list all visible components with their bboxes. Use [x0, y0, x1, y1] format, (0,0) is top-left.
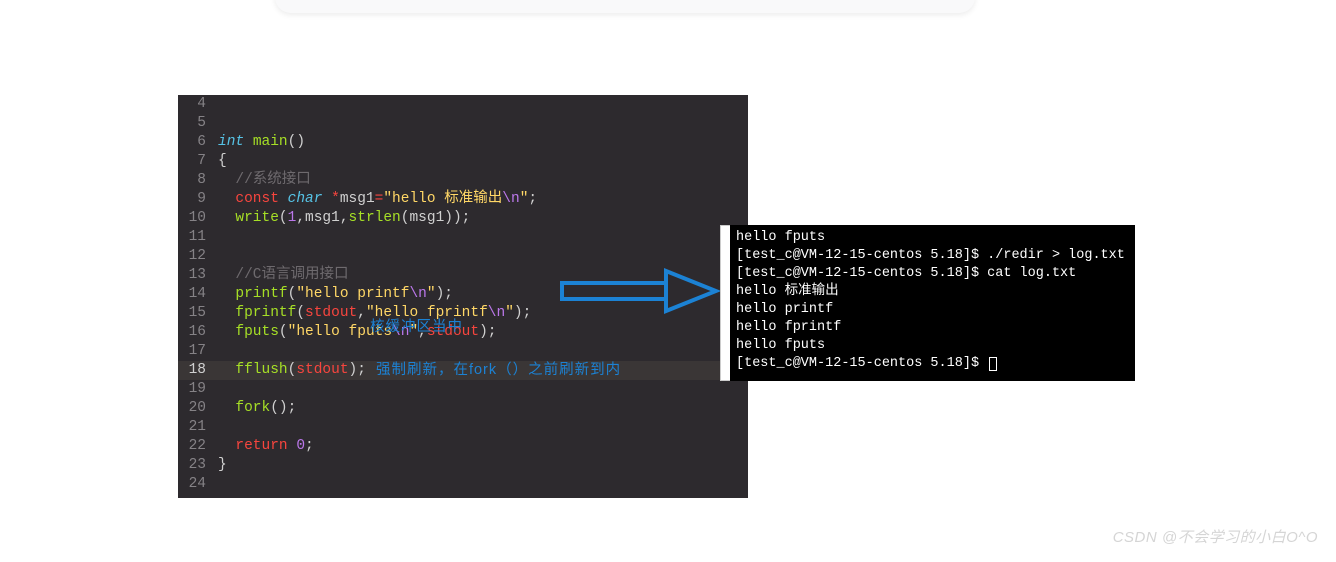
code-line: 5: [178, 114, 748, 133]
code-content: write(1,msg1,strlen(msg1));: [218, 209, 470, 228]
code-content: fflush(stdout);: [218, 361, 366, 380]
annotation-line2: 核缓冲区当中: [370, 315, 463, 336]
line-number: 11: [178, 228, 218, 247]
code-line: 4: [178, 95, 748, 114]
code-content: }: [218, 456, 227, 475]
arrow-icon: [560, 265, 720, 315]
line-number: 15: [178, 304, 218, 323]
line-number: 4: [178, 95, 218, 114]
code-line: 23}: [178, 456, 748, 475]
code-content: fork();: [218, 399, 296, 418]
line-number: 24: [178, 475, 218, 494]
code-line: 12: [178, 247, 748, 266]
code-content: const char *msg1="hello 标准输出\n";: [218, 190, 537, 209]
line-number: 19: [178, 380, 218, 399]
terminal-window: hello fputs[test_c@VM-12-15-centos 5.18]…: [720, 225, 1135, 381]
code-line: 8 //系统接口: [178, 171, 748, 190]
line-number: 21: [178, 418, 218, 437]
code-line: 24: [178, 475, 748, 494]
terminal-output: hello fputs[test_c@VM-12-15-centos 5.18]…: [730, 225, 1135, 381]
terminal-line: hello 标准输出: [736, 283, 1129, 301]
code-line: 16 fputs("hello fputs\n",stdout);: [178, 323, 748, 342]
code-line: 9 const char *msg1="hello 标准输出\n";: [178, 190, 748, 209]
code-line: 20 fork();: [178, 399, 748, 418]
code-line: 19: [178, 380, 748, 399]
code-content: printf("hello printf\n");: [218, 285, 453, 304]
line-number: 8: [178, 171, 218, 190]
code-line: 22 return 0;: [178, 437, 748, 456]
line-number: 6: [178, 133, 218, 152]
line-number: 14: [178, 285, 218, 304]
line-number: 9: [178, 190, 218, 209]
line-number: 22: [178, 437, 218, 456]
line-number: 20: [178, 399, 218, 418]
code-content: {: [218, 152, 227, 171]
code-line: 10 write(1,msg1,strlen(msg1));: [178, 209, 748, 228]
code-content: //C语言调用接口: [218, 266, 349, 285]
code-content: return 0;: [218, 437, 314, 456]
annotation: 强制刷新，在fork（）之前刷新到内: [376, 361, 621, 380]
cursor-icon: [989, 357, 997, 371]
line-number: 12: [178, 247, 218, 266]
top-card: [275, 0, 975, 13]
terminal-line: hello printf: [736, 301, 1129, 319]
line-number: 13: [178, 266, 218, 285]
terminal-line: hello fprintf: [736, 319, 1129, 337]
line-number: 16: [178, 323, 218, 342]
terminal-line: [test_c@VM-12-15-centos 5.18]$ cat log.t…: [736, 265, 1129, 283]
line-number: 18: [178, 361, 218, 380]
code-content: //系统接口: [218, 171, 311, 190]
line-number: 5: [178, 114, 218, 133]
line-number: 10: [178, 209, 218, 228]
line-number: 17: [178, 342, 218, 361]
terminal-line: hello fputs: [736, 229, 1129, 247]
terminal-scrollbar[interactable]: [720, 225, 730, 381]
watermark: CSDN @不会学习的小白O^O: [1113, 526, 1318, 547]
line-number: 7: [178, 152, 218, 171]
line-number: 23: [178, 456, 218, 475]
code-content: int main(): [218, 133, 305, 152]
terminal-line: hello fputs: [736, 337, 1129, 355]
terminal-line: [test_c@VM-12-15-centos 5.18]$ ./redir >…: [736, 247, 1129, 265]
code-line: 6int main(): [178, 133, 748, 152]
code-line: 11: [178, 228, 748, 247]
code-line: 21: [178, 418, 748, 437]
code-line: 18 fflush(stdout); 强制刷新，在fork（）之前刷新到内: [178, 361, 748, 380]
code-line: 17: [178, 342, 748, 361]
terminal-line: [test_c@VM-12-15-centos 5.18]$: [736, 355, 1129, 373]
code-line: 7{: [178, 152, 748, 171]
